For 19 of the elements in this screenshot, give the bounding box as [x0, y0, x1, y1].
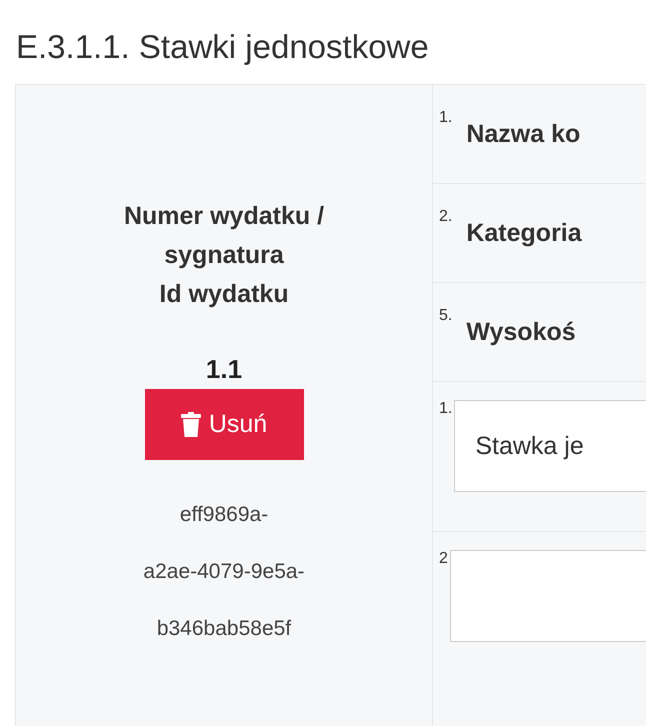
expense-number: 1.1: [206, 354, 242, 384]
expense-id: b346bab58e5f: [156, 616, 292, 642]
column-number: 2.: [439, 208, 452, 226]
delete-button[interactable]: Usuń: [144, 389, 304, 460]
column-number: 1.: [439, 109, 452, 127]
column-header: Id wydatku: [159, 279, 289, 310]
column-header: Wysokoś: [466, 318, 576, 346]
field-number: 1.: [439, 400, 452, 418]
expense-id: eff9869a-: [180, 502, 268, 528]
column-header: Numer wydatku /: [124, 201, 324, 232]
input-field[interactable]: Stawka je: [454, 400, 646, 492]
trash-icon: [180, 412, 201, 438]
column-header: Nazwa ko: [466, 120, 580, 148]
page-title: E.3.1.1. Stawki jednostkowe: [16, 27, 430, 67]
column-number: 5.: [439, 307, 452, 325]
column-header: Kategoria: [466, 218, 582, 248]
column-header: sygnatura: [164, 240, 284, 271]
field-number: 2: [439, 550, 448, 568]
expense-id: a2ae-4079-9e5a-: [143, 559, 305, 585]
